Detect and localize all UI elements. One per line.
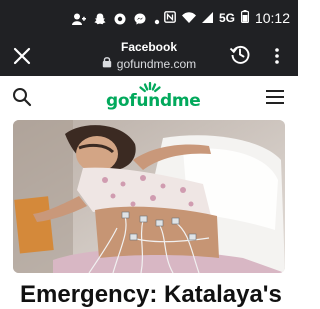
signal-icon <box>201 11 213 26</box>
dot-icon <box>154 12 160 30</box>
campaign-headline: Emergency: Katalaya's <box>20 281 282 308</box>
more-vertical-icon <box>275 48 279 64</box>
chrome-icon <box>114 12 126 30</box>
hamburger-icon <box>266 90 284 104</box>
lock-icon <box>102 56 112 72</box>
search-icon <box>13 88 32 107</box>
campaign-photo[interactable] <box>13 120 285 273</box>
title-block: Facebook gofundme.com <box>0 40 298 72</box>
notification-icons <box>72 12 160 30</box>
battery-icon <box>240 10 249 26</box>
logo-wordmark: gofundme <box>106 91 201 111</box>
network-type: 5G <box>218 11 235 25</box>
clock: 10:12 <box>254 10 290 26</box>
custom-tab-toolbar: Facebook gofundme.com <box>0 38 298 76</box>
wifi-icon <box>181 11 196 26</box>
system-status: 5G 10:12 <box>164 10 290 26</box>
gofundme-logo[interactable]: gofundme <box>106 80 201 111</box>
messenger-icon <box>134 12 146 30</box>
status-bar: 5G 10:12 <box>0 0 298 38</box>
search-button[interactable] <box>12 87 32 107</box>
child-hospital-photo <box>13 120 285 273</box>
history-button[interactable] <box>229 43 251 65</box>
more-options-button[interactable] <box>272 45 282 67</box>
person-icon <box>72 12 86 30</box>
web-page: gofundme Emergency: Katalaya's <box>0 76 298 308</box>
history-icon <box>229 45 250 64</box>
snapchat-icon <box>94 12 106 30</box>
menu-button[interactable] <box>266 90 284 104</box>
url-bar[interactable]: gofundme.com <box>0 56 298 72</box>
page-title: Facebook <box>120 40 177 54</box>
url-text: gofundme.com <box>116 56 197 71</box>
nfc-icon <box>164 10 176 26</box>
